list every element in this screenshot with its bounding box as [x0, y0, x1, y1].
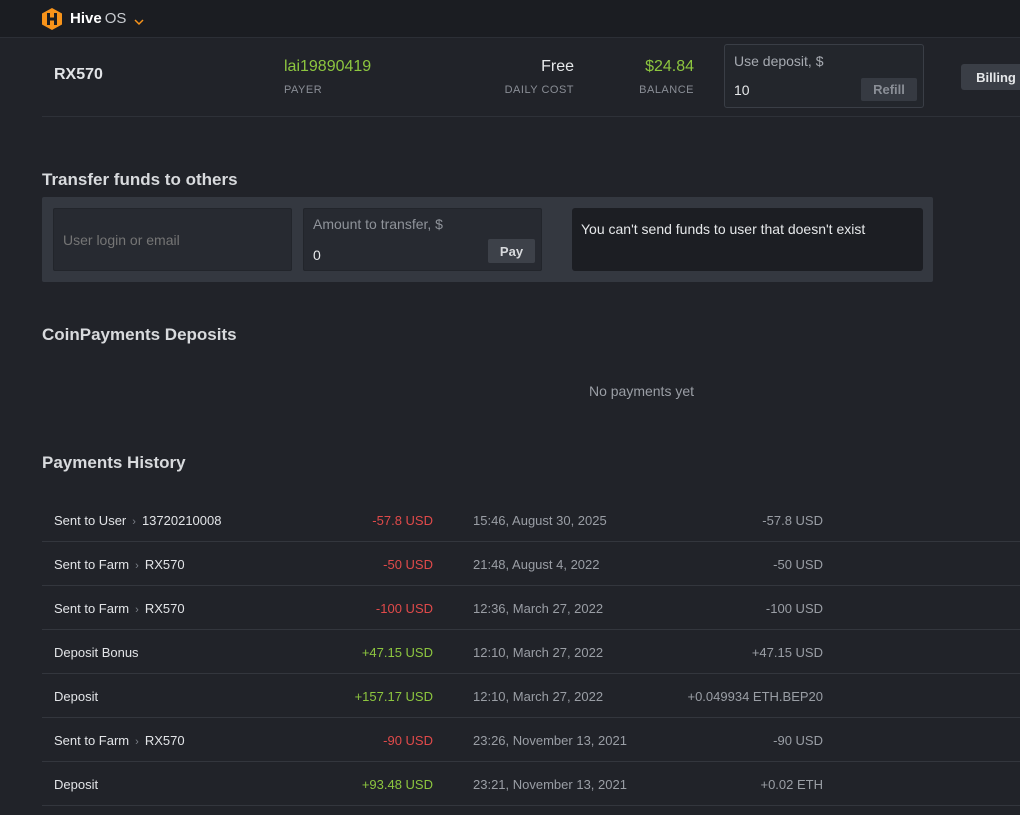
payment-original-amount: +0.049934 ETH.BEP20: [687, 689, 823, 704]
use-deposit-input[interactable]: [734, 80, 844, 100]
payment-date: 12:10, March 27, 2022: [473, 689, 604, 704]
payment-date: 15:46, August 30, 2025: [473, 513, 607, 528]
table-row: Deposit Bonus +47.15 USD 12:10, March 27, …: [42, 630, 1020, 674]
refill-button[interactable]: Refill: [861, 78, 917, 101]
payment-original-amount: -100 USD: [765, 601, 823, 616]
payment-type: Sent to Farm: [54, 733, 130, 748]
payment-description: Sent to User › 13720210008: [54, 513, 221, 528]
pay-button[interactable]: Pay: [488, 239, 535, 263]
farm-billing-row: RX570 lai19890419 PAYER Free DAILY COST …: [42, 38, 1020, 117]
payment-type: Sent to Farm: [54, 557, 130, 572]
payment-amount: -100 USD: [375, 601, 433, 616]
amount-label: Amount to transfer, $: [313, 216, 443, 232]
payer-value: lai19890419: [284, 58, 372, 75]
balance-value: $24.84: [645, 58, 694, 75]
error-text: You can't send funds to user that doesn'…: [581, 221, 866, 237]
payer-label: PAYER: [284, 84, 323, 96]
payment-date: 21:48, August 4, 2022: [473, 557, 600, 572]
payment-description: Sent to Farm › RX570: [54, 733, 185, 748]
payment-original-amount: -50 USD: [773, 557, 823, 572]
chevron-right-icon: ›: [135, 604, 139, 616]
payment-amount: +93.48 USD: [361, 777, 433, 792]
table-row: Sent to Farm › RX570 -100 USD 12:36, March 2…: [42, 586, 1020, 630]
payment-original-amount: -57.8 USD: [762, 513, 823, 528]
payment-original-amount: -90 USD: [773, 733, 823, 748]
payment-amount: +47.15 USD: [361, 645, 433, 660]
payment-original-amount: +47.15 USD: [751, 645, 823, 660]
payment-target[interactable]: RX570: [145, 557, 185, 572]
payment-amount: -90 USD: [383, 733, 433, 748]
payment-target[interactable]: RX570: [145, 601, 185, 616]
coinpayments-section-title: CoinPayments Deposits: [42, 325, 237, 344]
chevron-down-icon[interactable]: [134, 14, 144, 25]
amount-field-box: Amount to transfer, $ Pay: [303, 208, 542, 271]
balance-label: BALANCE: [639, 84, 694, 96]
payments-history-table: Sent to User › 13720210008 -57.8 USD 15:46, …: [42, 498, 1020, 806]
use-deposit-box: Use deposit, $ Refill: [724, 44, 924, 108]
brand-suffix[interactable]: OS: [105, 10, 127, 27]
table-row: Deposit +93.48 USD 23:21, November 13, 202…: [42, 762, 1020, 806]
no-payments-text: No payments yet: [588, 383, 695, 399]
daily-cost-label: DAILY COST: [504, 84, 574, 96]
transfer-section-title: Transfer funds to others: [42, 170, 238, 189]
login-field-box: [53, 208, 292, 271]
hive-logo-icon[interactable]: [40, 7, 64, 31]
payment-amount: -57.8 USD: [372, 513, 433, 528]
billing-button[interactable]: Billing: [961, 64, 1020, 90]
transfer-panel: Amount to transfer, $ Pay You can't send…: [42, 197, 933, 282]
payment-date: 12:36, March 27, 2022: [473, 601, 604, 616]
payments-history-title: Payments History: [42, 453, 186, 472]
payment-description: Sent to Farm › RX570: [54, 557, 185, 572]
chevron-right-icon: ›: [132, 516, 136, 528]
payment-type: Deposit Bonus: [54, 645, 139, 660]
payment-target[interactable]: 13720210008: [142, 513, 222, 528]
payment-description: Deposit: [54, 689, 98, 704]
payment-original-amount: +0.02 ETH: [760, 777, 823, 792]
table-row: Sent to Farm › RX570 -90 USD 23:26, November…: [42, 718, 1020, 762]
brand-name[interactable]: Hive: [70, 10, 102, 27]
user-login-input[interactable]: [54, 209, 291, 270]
payment-date: 23:21, November 13, 2021: [473, 777, 627, 792]
payment-type: Sent to Farm: [54, 601, 130, 616]
daily-cost-value: Free: [541, 58, 574, 75]
farm-name[interactable]: RX570: [54, 66, 103, 84]
payment-description: Sent to Farm › RX570: [54, 601, 185, 616]
chevron-right-icon: ›: [135, 736, 139, 748]
table-row: Sent to Farm › RX570 -50 USD 21:48, August 4…: [42, 542, 1020, 586]
payment-date: 12:10, March 27, 2022: [473, 645, 604, 660]
top-bar: Hive OS: [0, 0, 1020, 38]
chevron-right-icon: ›: [135, 560, 139, 572]
payment-description: Deposit Bonus: [54, 645, 139, 660]
payment-type: Deposit: [54, 689, 99, 704]
payment-amount: +157.17 USD: [354, 689, 433, 704]
payment-type: Sent to User: [54, 513, 127, 528]
use-deposit-label: Use deposit, $: [734, 53, 824, 69]
payment-type: Deposit: [54, 777, 99, 792]
table-row: Deposit +157.17 USD 12:10, March 27, 2022 +…: [42, 674, 1020, 718]
table-row: Sent to User › 13720210008 -57.8 USD 15:46, …: [42, 498, 1020, 542]
payment-target[interactable]: RX570: [145, 733, 185, 748]
amount-input[interactable]: [313, 245, 463, 265]
payment-date: 23:26, November 13, 2021: [473, 733, 627, 748]
transfer-error-message: You can't send funds to user that doesn'…: [572, 208, 923, 271]
payment-description: Deposit: [54, 777, 98, 792]
payment-amount: -50 USD: [383, 557, 433, 572]
